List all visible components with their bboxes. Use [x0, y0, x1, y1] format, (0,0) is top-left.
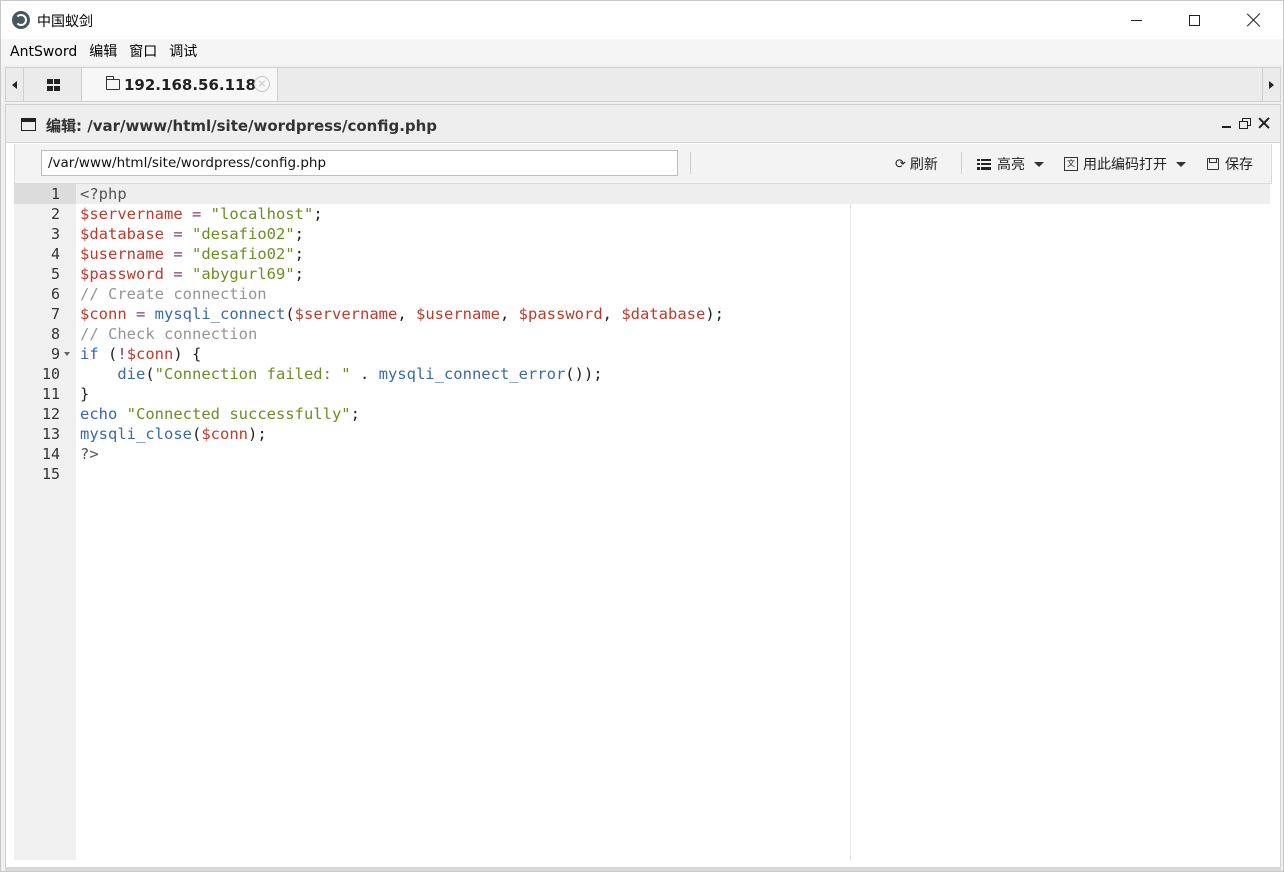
caret-down-icon	[1176, 161, 1186, 167]
line-number: 2	[50, 205, 60, 223]
minimize-button[interactable]	[1107, 1, 1165, 39]
code-editor[interactable]: 1 <?php 2 $servername = "localhost"; 3 $datab…	[14, 184, 1272, 864]
save-button[interactable]: 保存	[1207, 153, 1253, 175]
menu-debug[interactable]: 调试	[163, 39, 203, 65]
line-number: 8	[50, 325, 60, 343]
tab-bar: 192.168.56.118 ×	[5, 67, 1281, 102]
line-number: 14	[41, 445, 60, 463]
code-text: // Create connection	[80, 285, 267, 303]
minimize-icon	[1130, 19, 1142, 21]
code-line[interactable]: 13 mysqli_close($conn);	[14, 424, 1270, 444]
code-text: }	[80, 385, 90, 403]
code-line[interactable]: 7 $conn = mysqli_connect($servername, $us…	[14, 304, 1270, 324]
code-text: // Check connection	[80, 325, 258, 343]
code-text: $database = "desafio02";	[80, 225, 304, 243]
highlight-dropdown[interactable]: 高亮	[977, 153, 1044, 175]
line-number: 10	[41, 365, 60, 383]
line-number: 1	[50, 185, 60, 203]
code-line[interactable]: 10 die("Connection failed: " . mysqli_co…	[14, 364, 1270, 384]
maximize-button[interactable]	[1165, 1, 1223, 39]
code-line[interactable]: 5 $password = "abygurl69";	[14, 264, 1270, 284]
encoding-icon: 文	[1064, 157, 1078, 171]
code-line[interactable]: 1 <?php	[14, 184, 1270, 204]
folder-icon	[106, 76, 120, 90]
code-line[interactable]: 12 echo "Connected successfully";	[14, 404, 1270, 424]
line-number: 12	[41, 405, 60, 423]
line-number: 15	[41, 465, 60, 483]
tab-host-label: 192.168.56.118	[124, 75, 256, 94]
refresh-label: 刷新	[909, 157, 938, 173]
code-line[interactable]: 2 $servername = "localhost";	[14, 204, 1270, 224]
code-line[interactable]: 9 if (!$conn) {	[14, 344, 1270, 364]
tab-close-icon[interactable]: ×	[254, 76, 270, 92]
code-text: mysqli_close($conn);	[80, 425, 267, 443]
menu-antsword[interactable]: AntSword	[4, 39, 83, 65]
line-number: 5	[50, 265, 60, 283]
editor-toolbar: ⟳ 刷新 高亮 文 用此编码打开 保存	[14, 144, 1272, 184]
antsword-logo-icon	[12, 11, 30, 29]
line-number: 6	[50, 285, 60, 303]
tab-home[interactable]	[25, 68, 82, 101]
close-icon	[1247, 13, 1261, 27]
grid-icon	[46, 78, 60, 91]
code-line[interactable]: 3 $database = "desafio02";	[14, 224, 1270, 244]
line-number: 9	[50, 345, 60, 363]
code-line[interactable]: 8 // Check connection	[14, 324, 1270, 344]
antsword-window: 中国蚁剑 AntSword 编辑 窗口 调试 192.168.56.118 × …	[0, 0, 1284, 872]
arrow-left-icon	[12, 80, 17, 89]
tab-host[interactable]: 192.168.56.118 ×	[82, 68, 278, 101]
open-with-encoding-label: 用此编码打开	[1083, 157, 1167, 173]
title-bar: 中国蚁剑	[1, 1, 1283, 39]
maximize-icon	[1188, 14, 1200, 26]
code-line[interactable]: 11}	[14, 384, 1270, 404]
editor-panel: 编辑: /var/www/html/site/wordpress/config.…	[5, 104, 1281, 869]
code-text: <?php	[80, 185, 127, 203]
line-number: 7	[50, 305, 60, 323]
line-number: 3	[50, 225, 60, 243]
code-text: $conn = mysqli_connect($servername, $use…	[80, 305, 725, 323]
fold-arrow-icon[interactable]	[64, 352, 70, 356]
file-path-input[interactable]	[41, 150, 678, 176]
save-label: 保存	[1225, 157, 1253, 173]
line-number: 11	[41, 385, 60, 403]
save-icon	[1207, 158, 1219, 170]
close-window-button[interactable]	[1225, 1, 1283, 39]
open-with-encoding-dropdown[interactable]: 文 用此编码打开	[1064, 153, 1186, 175]
code-line[interactable]: 6 // Create connection	[14, 284, 1270, 304]
highlight-label: 高亮	[997, 157, 1025, 173]
toolbar-divider	[961, 152, 962, 174]
bottom-border	[5, 867, 1281, 871]
code-line[interactable]: 14 ?>	[14, 444, 1270, 464]
line-number: 13	[41, 425, 60, 443]
refresh-button[interactable]: ⟳ 刷新	[895, 153, 938, 175]
code-line[interactable]: 4 $username = "desafio02";	[14, 244, 1270, 264]
menu-bar: AntSword 编辑 窗口 调试	[1, 39, 1283, 65]
arrow-right-icon	[1269, 80, 1274, 89]
panel-controls	[1222, 117, 1270, 129]
window-icon	[21, 118, 36, 131]
panel-header: 编辑: /var/www/html/site/wordpress/config.…	[6, 105, 1280, 143]
code-line[interactable]: 15	[14, 464, 1270, 484]
tab-scroll-left-button[interactable]	[6, 68, 24, 101]
menu-edit[interactable]: 编辑	[83, 39, 123, 65]
code-text: echo "Connected successfully";	[80, 405, 360, 423]
line-number: 4	[50, 245, 60, 263]
code-text: ?>	[80, 445, 99, 463]
toolbar-divider	[690, 152, 691, 174]
panel-title: 编辑: /var/www/html/site/wordpress/config.…	[46, 117, 438, 135]
caret-down-icon	[1034, 161, 1044, 167]
code-text: if (!$conn) {	[80, 345, 202, 363]
code-text: die("Connection failed: " . mysqli_conne…	[117, 365, 603, 383]
panel-minimize-icon[interactable]	[1222, 126, 1231, 128]
window-title: 中国蚁剑	[37, 14, 93, 30]
panel-close-icon[interactable]	[1258, 117, 1270, 129]
refresh-icon: ⟳	[895, 156, 906, 172]
tab-scroll-right-button[interactable]	[1262, 68, 1280, 101]
list-icon	[977, 158, 991, 170]
menu-window[interactable]: 窗口	[123, 39, 163, 65]
code-text: $username = "desafio02";	[80, 245, 304, 263]
code-text: $servername = "localhost";	[80, 205, 323, 223]
panel-restore-icon[interactable]	[1239, 118, 1251, 129]
code-text: $password = "abygurl69";	[80, 265, 304, 283]
